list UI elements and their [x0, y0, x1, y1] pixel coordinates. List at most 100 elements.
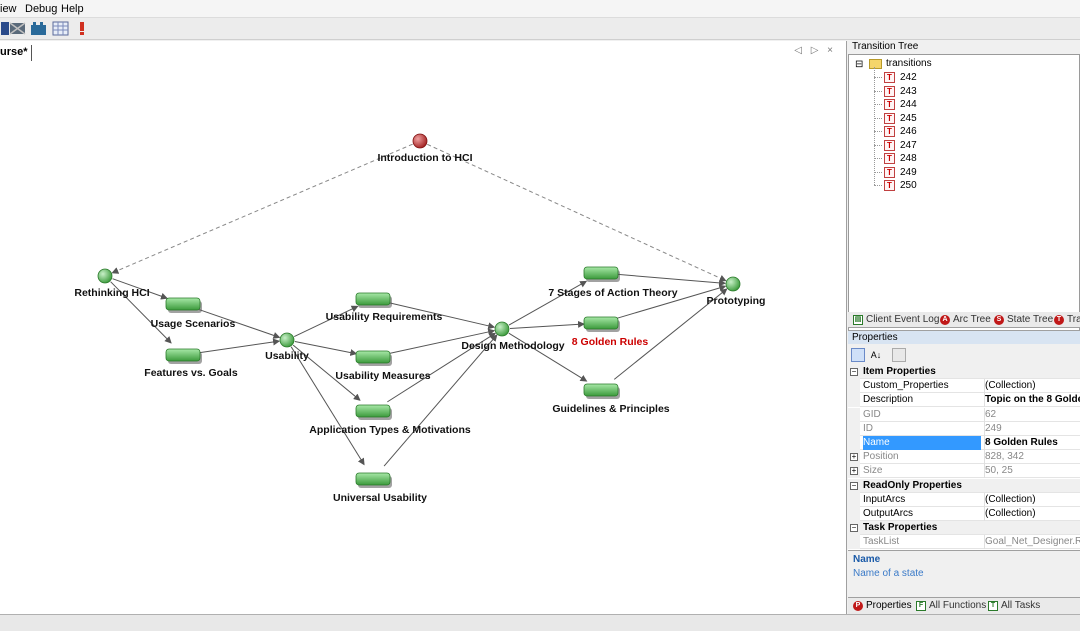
- property-value[interactable]: 62: [984, 407, 1080, 422]
- transition-tree[interactable]: ⊟ transitions T 242 T 243 T 244 T 245 T 246 T 247 T 2…: [848, 54, 1080, 352]
- transition-node-guidelines[interactable]: [583, 383, 619, 397]
- transition-node-stages[interactable]: [583, 266, 619, 280]
- state-node-rethink[interactable]: [97, 268, 113, 284]
- tab-transition-tree[interactable]: T Tra: [1053, 313, 1080, 327]
- transition-node-apptypes[interactable]: [355, 404, 391, 418]
- property-value[interactable]: 828, 342: [984, 450, 1080, 465]
- tree-item[interactable]: 247: [900, 139, 917, 152]
- property-row[interactable]: Name 8 Golden Rules: [848, 436, 1080, 450]
- tab-arc-tree[interactable]: A Arc Tree: [939, 313, 991, 327]
- property-value[interactable]: 8 Golden Rules: [984, 436, 1080, 450]
- property-category[interactable]: − ReadOnly Properties: [848, 478, 1080, 493]
- property-row[interactable]: GID 62: [848, 407, 1080, 422]
- categorized-icon[interactable]: [851, 348, 865, 362]
- transition-icon: T: [884, 180, 895, 191]
- state-node-design[interactable]: [494, 321, 510, 337]
- property-value[interactable]: (Collection): [984, 507, 1080, 521]
- property-row[interactable]: Description Topic on the 8 Golden R: [848, 393, 1080, 408]
- sort-alpha-icon[interactable]: A↓: [869, 348, 883, 362]
- property-row[interactable]: ID 249: [848, 421, 1080, 436]
- grid-icon[interactable]: [52, 20, 69, 37]
- tree-item[interactable]: 246: [900, 125, 917, 138]
- collapse-icon[interactable]: −: [850, 524, 858, 533]
- transition-node-usage[interactable]: [165, 297, 201, 311]
- tree-item[interactable]: 249: [900, 166, 917, 179]
- property-value[interactable]: Topic on the 8 Golden R: [984, 393, 1080, 408]
- tree-root-label[interactable]: transitions: [886, 57, 932, 70]
- transition-node-golden[interactable]: [583, 316, 619, 330]
- property-grid[interactable]: − Item Properties Custom_Properties (Collec…: [848, 365, 1080, 550]
- arc-universal-design[interactable]: [383, 334, 498, 467]
- alert-icon[interactable]: [74, 20, 91, 37]
- arc-intro-proto[interactable]: [427, 143, 727, 282]
- property-value[interactable]: Goal_Net_Designer.Rem: [984, 535, 1080, 550]
- tab-all-functions[interactable]: F All Functions: [915, 599, 986, 613]
- property-category[interactable]: − Item Properties: [848, 365, 1080, 379]
- node-label-usereq[interactable]: Usability Requirements: [326, 311, 443, 323]
- expand-icon[interactable]: +: [850, 453, 858, 462]
- tab-all-tasks[interactable]: T All Tasks: [987, 599, 1040, 613]
- tab-properties[interactable]: P Properties: [852, 599, 912, 613]
- tree-item[interactable]: 245: [900, 112, 917, 125]
- tree-item[interactable]: 248: [900, 152, 917, 165]
- node-label-stages[interactable]: 7 Stages of Action Theory: [548, 287, 677, 299]
- arc-stages-proto[interactable]: [617, 273, 727, 287]
- row-gutter: −: [848, 521, 860, 536]
- property-row[interactable]: + Position 828, 342: [848, 450, 1080, 465]
- state-node-usability[interactable]: [279, 332, 295, 348]
- open-icon[interactable]: [9, 20, 26, 37]
- transition-node-usemeas[interactable]: [355, 350, 391, 364]
- property-value[interactable]: 50, 25: [984, 464, 1080, 479]
- node-label-usemeas[interactable]: Usability Measures: [335, 370, 430, 382]
- row-gutter: +: [848, 450, 860, 465]
- document-tab-controls[interactable]: ◁ ▷ ×: [794, 45, 836, 56]
- property-row[interactable]: InputArcs (Collection): [848, 492, 1080, 507]
- state-node-proto[interactable]: [725, 276, 741, 292]
- node-label-apptypes[interactable]: Application Types & Motivations: [309, 424, 471, 436]
- property-value[interactable]: (Collection): [984, 379, 1080, 394]
- arc-design-golden[interactable]: [509, 320, 586, 330]
- node-label-proto[interactable]: Prototyping: [707, 295, 766, 307]
- collapse-icon[interactable]: −: [850, 481, 858, 490]
- node-label-usage[interactable]: Usage Scenarios: [151, 318, 236, 330]
- node-label-design[interactable]: Design Methodology: [461, 340, 564, 352]
- design-canvas[interactable]: Introduction to HCI Rethinking HCI Usage S…: [0, 41, 847, 614]
- tree-item[interactable]: 244: [900, 98, 917, 111]
- node-label-golden[interactable]: 8 Golden Rules: [572, 336, 649, 348]
- expand-icon[interactable]: +: [850, 467, 858, 476]
- menu-debug[interactable]: Debug: [25, 3, 57, 15]
- property-category[interactable]: − Task Properties: [848, 521, 1080, 536]
- document-tab[interactable]: urse*: [0, 45, 32, 61]
- tree-item[interactable]: 250: [900, 179, 917, 192]
- tree-collapse-icon[interactable]: ⊟: [855, 58, 867, 71]
- arc-usability-universal[interactable]: [290, 346, 365, 466]
- node-label-guidelines[interactable]: Guidelines & Principles: [552, 403, 669, 415]
- transition-node-usereq[interactable]: [355, 292, 391, 306]
- arc-intro-rethink[interactable]: [111, 143, 413, 274]
- node-label-usability[interactable]: Usability: [265, 350, 309, 362]
- menu-view[interactable]: iew: [0, 3, 17, 15]
- transition-node-universal[interactable]: [355, 472, 391, 486]
- property-row[interactable]: + Size 50, 25: [848, 464, 1080, 479]
- state-node-intro[interactable]: [412, 133, 428, 149]
- property-row[interactable]: Custom_Properties (Collection): [848, 379, 1080, 394]
- node-label-universal[interactable]: Universal Usability: [333, 492, 427, 504]
- transition-node-features[interactable]: [165, 348, 201, 362]
- property-pages-icon[interactable]: [892, 348, 906, 362]
- transition-icon: T: [884, 153, 895, 164]
- property-row[interactable]: TaskList Goal_Net_Designer.Rem: [848, 535, 1080, 550]
- menu-help[interactable]: Help: [61, 3, 84, 15]
- goal-net-diagram[interactable]: Introduction to HCI Rethinking HCI Usage S…: [0, 41, 846, 614]
- tab-client-event-log[interactable]: ▤ Client Event Log: [852, 313, 939, 327]
- node-label-features[interactable]: Features vs. Goals: [144, 367, 238, 379]
- property-value[interactable]: (Collection): [984, 492, 1080, 507]
- node-label-rethink[interactable]: Rethinking HCI: [74, 287, 149, 299]
- tab-state-tree[interactable]: S State Tree: [993, 313, 1053, 327]
- node-label-intro[interactable]: Introduction to HCI: [377, 152, 472, 164]
- property-value[interactable]: 249: [984, 421, 1080, 436]
- property-row[interactable]: OutputArcs (Collection): [848, 507, 1080, 521]
- tree-item[interactable]: 243: [900, 85, 917, 98]
- factory-icon[interactable]: [30, 20, 47, 37]
- collapse-icon[interactable]: −: [850, 368, 858, 376]
- tree-item[interactable]: 242: [900, 71, 917, 84]
